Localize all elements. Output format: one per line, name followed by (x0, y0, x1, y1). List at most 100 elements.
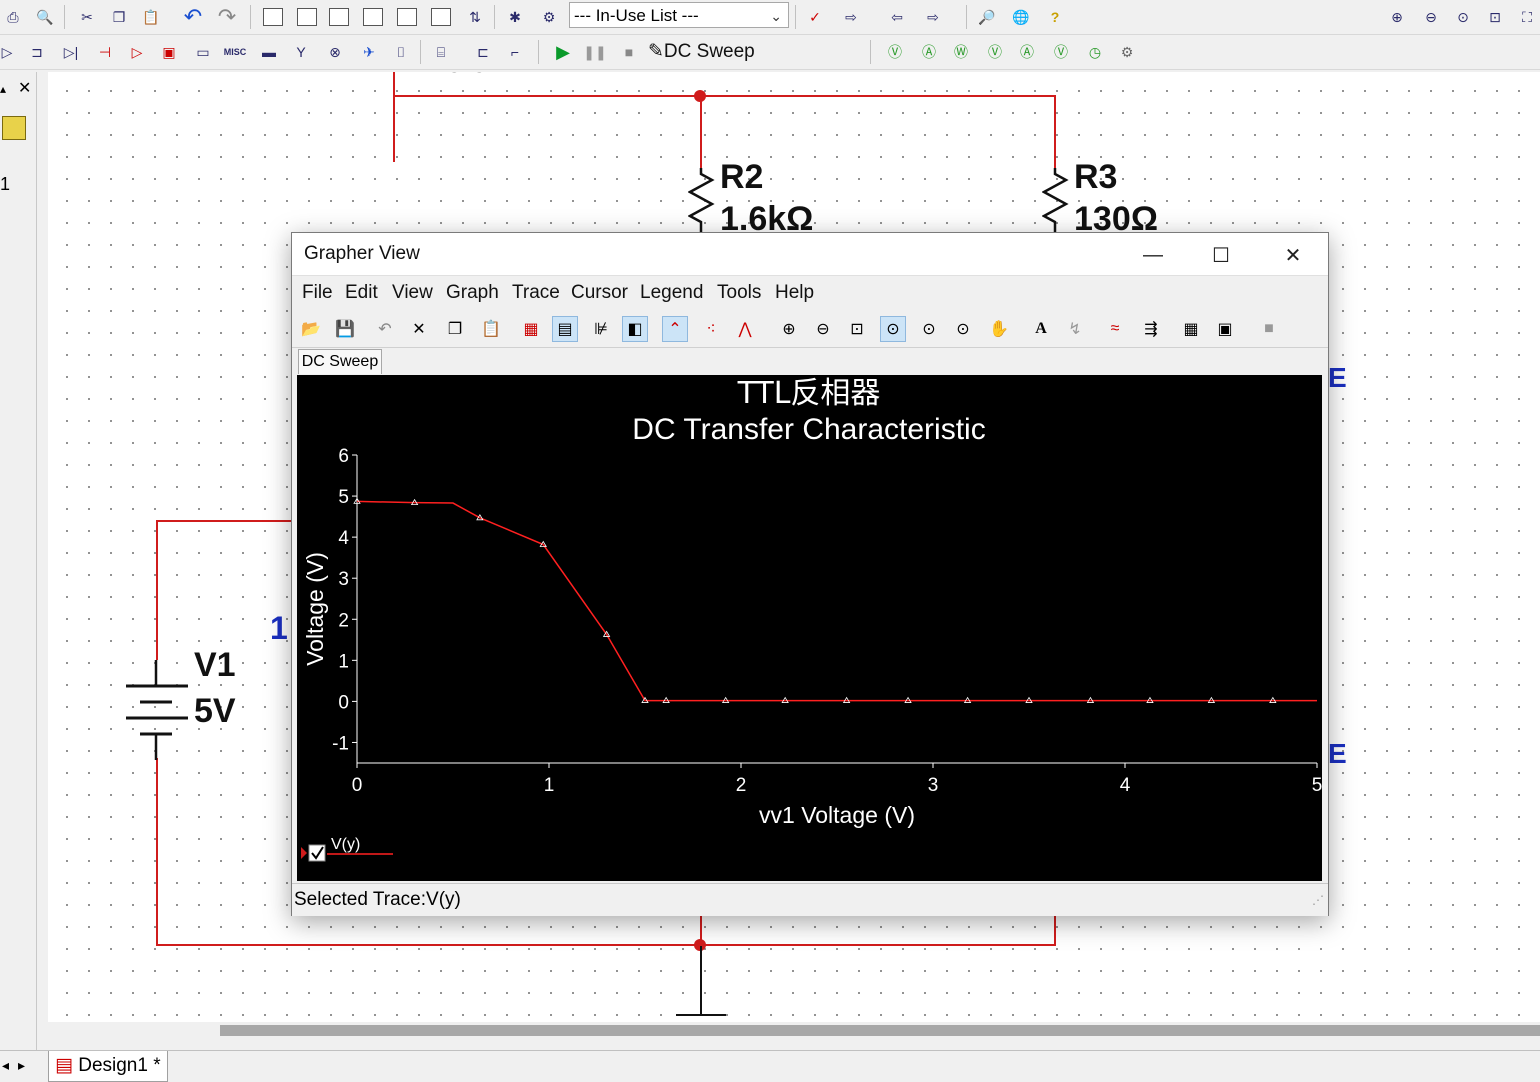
redo-icon[interactable]: ↷ (216, 4, 238, 29)
place-component-icon[interactable]: ✱ (504, 6, 526, 28)
paste-icon[interactable]: 📋 (478, 316, 504, 342)
probe-power-icon[interactable]: Ⓦ (950, 41, 972, 63)
menu-edit[interactable]: Edit (345, 282, 378, 304)
grapher-title-bar[interactable]: Grapher View — ☐ ✕ (292, 233, 1328, 276)
electromechanical-component-icon[interactable]: ⊗ (324, 41, 346, 63)
probe-diff-voltage-icon[interactable]: Ⓥ (984, 41, 1006, 63)
in-use-list-icon[interactable]: ⚙ (538, 6, 560, 28)
points-trace-icon[interactable]: ⁖ (698, 316, 724, 342)
minimize-button[interactable]: — (1130, 241, 1176, 269)
zoom-out-icon[interactable]: ⊖ (810, 316, 836, 342)
basic-component-icon[interactable]: ⊐ (26, 41, 48, 63)
label-icon[interactable]: ↯ (1062, 316, 1088, 342)
probe-settings-icon[interactable]: ⚙ (1116, 41, 1138, 63)
database-manager-icon[interactable] (328, 6, 350, 28)
tab-dc-sweep[interactable]: DC Sweep (298, 349, 382, 374)
tab-design1[interactable]: ▤ Design1 * (48, 1051, 168, 1082)
probe-time-icon[interactable]: ◷ (1084, 41, 1106, 63)
globe-icon[interactable]: 🌐 (1010, 6, 1032, 28)
spreadsheet-view-icon[interactable] (296, 6, 318, 28)
forward-annotate-icon[interactable]: ⇨ (922, 6, 944, 28)
resistor-r3-symbol[interactable] (1042, 168, 1072, 238)
zoom-x-icon[interactable]: ⊙ (880, 316, 906, 342)
menu-graph[interactable]: Graph (446, 282, 499, 304)
copy-icon[interactable]: ❐ (442, 316, 468, 342)
overlay-traces-icon[interactable]: ≈ (1102, 316, 1128, 342)
rf-component-icon[interactable]: ✈ (358, 41, 380, 63)
zoom-fit-icon[interactable]: ⊡ (1484, 6, 1506, 28)
zoom-in-icon[interactable]: ⊕ (776, 316, 802, 342)
battery-v1-symbol[interactable] (122, 660, 192, 760)
transfer-icon[interactable]: ⇨ (840, 6, 862, 28)
copy-icon[interactable]: ❐ (108, 6, 130, 28)
panel-scroll-arrow[interactable]: ▴ (0, 82, 6, 96)
help-icon[interactable]: ? (1044, 6, 1066, 28)
print-preview-icon[interactable]: 🔍 (34, 6, 56, 28)
in-use-list-dropdown[interactable]: --- In-Use List --- ⌄ (569, 2, 789, 28)
grapher-icon[interactable] (396, 6, 418, 28)
pause-simulation-icon[interactable]: ❚❚ (583, 41, 606, 63)
resistor-r2-symbol[interactable] (688, 168, 718, 238)
text-annotation-icon[interactable]: A (1028, 316, 1054, 342)
design-tree-icon[interactable] (2, 116, 26, 140)
maximize-button[interactable]: ☐ (1198, 241, 1244, 269)
print-icon[interactable]: ⎙ (2, 6, 24, 28)
tab-scroll-right-icon[interactable]: ▸ (18, 1057, 25, 1074)
plot-area[interactable]: TTL反相器 DC Transfer Characteristic 6 5 4 3 2 1 0-… (297, 375, 1322, 881)
menu-help[interactable]: Help (775, 282, 814, 304)
probe-current-icon[interactable]: Ⓐ (918, 41, 940, 63)
antenna-component-icon[interactable]: Y (290, 41, 312, 63)
tab-scroll-left-icon[interactable]: ◂ (2, 1057, 9, 1074)
component-list-icon[interactable] (362, 6, 384, 28)
chart-svg[interactable]: TTL反相器DC Transfer Characteristic6543210-… (297, 375, 1322, 881)
indicator-component-icon[interactable]: ▬ (258, 41, 280, 63)
zoom-out-icon[interactable]: ⊖ (1420, 6, 1442, 28)
probe-digital-icon[interactable]: Ⓥ (1050, 41, 1072, 63)
back-annotate-icon[interactable]: ⇦ (886, 6, 908, 28)
menu-tools[interactable]: Tools (717, 282, 761, 304)
cut-icon[interactable]: ✕ (406, 316, 432, 342)
export-mathcad-icon[interactable]: ▣ (1212, 316, 1238, 342)
diode-component-icon[interactable]: ▷| (60, 41, 82, 63)
wire-icon[interactable]: ⌐ (504, 41, 526, 63)
probe-voltage-icon[interactable]: Ⓥ (884, 41, 906, 63)
horizontal-scrollbar[interactable] (220, 1025, 1540, 1036)
zoom-y-icon[interactable]: ⊙ (916, 316, 942, 342)
stop-icon[interactable]: ■ (1256, 316, 1282, 342)
cmos-component-icon[interactable]: ▭ (192, 41, 214, 63)
active-analysis-label[interactable]: ✎DC Sweep (648, 40, 755, 63)
zoom-fit-icon[interactable]: ⊡ (844, 316, 870, 342)
stop-simulation-icon[interactable]: ■ (618, 41, 640, 63)
toggle-design-toolbox-icon[interactable] (262, 6, 284, 28)
save-icon[interactable]: 💾 (332, 316, 358, 342)
postprocessor-icon[interactable] (430, 6, 452, 28)
line-points-trace-icon[interactable]: ⋀ (732, 316, 758, 342)
probe-ref-icon[interactable]: Ⓐ (1016, 41, 1038, 63)
cut-icon[interactable]: ✂ (76, 6, 98, 28)
transistor-component-icon[interactable]: ⊣ (94, 41, 116, 63)
close-icon[interactable]: ✕ (18, 78, 31, 98)
legend-icon[interactable]: ▤ (552, 316, 578, 342)
search-icon[interactable]: 🔎 (976, 6, 998, 28)
full-screen-icon[interactable]: ⛶ (1516, 6, 1538, 28)
erc-icon[interactable]: ✓ (804, 6, 826, 28)
bus-icon[interactable]: ⊏ (472, 41, 494, 63)
zoom-area-icon[interactable]: ⊙ (950, 316, 976, 342)
pan-hand-icon[interactable]: ✋ (986, 316, 1012, 342)
undo-icon[interactable]: ↶ (372, 316, 398, 342)
export-excel-icon[interactable]: ▦ (1178, 316, 1204, 342)
zoom-area-icon[interactable]: ⊙ (1452, 6, 1474, 28)
hierarchical-block-icon[interactable]: ⌸ (430, 41, 452, 63)
undo-icon[interactable]: ↶ (182, 4, 204, 29)
source-component-icon[interactable]: ▷ (0, 41, 18, 63)
menu-legend[interactable]: Legend (640, 282, 703, 304)
open-icon[interactable]: 📂 (298, 316, 324, 342)
analog-component-icon[interactable]: ▷ (126, 41, 148, 63)
menu-cursor[interactable]: Cursor (571, 282, 628, 304)
reverse-colors-icon[interactable]: ◧ (622, 316, 648, 342)
menu-view[interactable]: View (392, 282, 433, 304)
grid-icon[interactable]: ▦ (518, 316, 544, 342)
zoom-in-icon[interactable]: ⊕ (1386, 6, 1408, 28)
menu-trace[interactable]: Trace (512, 282, 560, 304)
menu-file[interactable]: File (302, 282, 333, 304)
